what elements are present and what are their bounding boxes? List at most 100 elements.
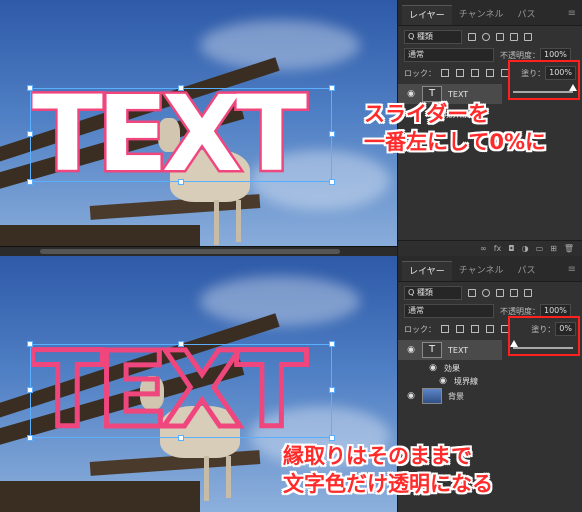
folder-icon[interactable]: ▭ <box>536 244 544 253</box>
shape-filter-icon[interactable] <box>510 33 518 41</box>
blend-mode-select[interactable]: 通常 <box>404 304 494 318</box>
layer-row-background[interactable]: ◉ 背景 <box>398 386 582 406</box>
annotation-top: スライダーを 一番左にして0%に <box>364 100 546 156</box>
lock-artboard-icon[interactable] <box>486 69 494 77</box>
wooden-platform <box>0 481 200 512</box>
transform-bounding-box[interactable] <box>30 344 332 438</box>
lock-transparent-icon[interactable] <box>441 69 449 77</box>
tab-channels[interactable]: チャンネル <box>452 5 511 25</box>
smart-object-filter-icon[interactable] <box>524 289 532 297</box>
transform-handle[interactable] <box>178 435 184 441</box>
annotation-bottom: 縁取りはそのままで 文字色だけ透明になる <box>283 442 493 498</box>
type-filter-icon[interactable] <box>496 289 504 297</box>
layer-row-text[interactable]: ◉ T TEXT <box>398 340 502 360</box>
transform-handle[interactable] <box>178 179 184 185</box>
transform-handle[interactable] <box>329 387 335 393</box>
filter-kind-select[interactable]: Q 種類 <box>404 30 462 44</box>
horizontal-scrollbar[interactable] <box>0 246 397 256</box>
transform-handle[interactable] <box>329 435 335 441</box>
visibility-eye-icon[interactable]: ◉ <box>406 391 416 401</box>
type-layer-thumbnail: T <box>422 342 442 358</box>
new-layer-icon[interactable]: ⊞ <box>550 244 557 253</box>
lock-label: ロック： <box>404 68 436 78</box>
effects-row[interactable]: ◉ 効果 <box>398 362 582 374</box>
transform-handle[interactable] <box>27 85 33 91</box>
layer-name[interactable]: TEXT <box>448 346 468 355</box>
scroll-thumb[interactable] <box>40 249 340 254</box>
layers-footer: ∞ fx ◘ ◑ ▭ ⊞ 🗑 <box>398 240 582 256</box>
fill-slider-track[interactable] <box>513 347 573 349</box>
lock-image-icon[interactable] <box>456 69 464 77</box>
transform-handle[interactable] <box>178 85 184 91</box>
fill-slider-track[interactable] <box>513 91 573 93</box>
link-icon[interactable]: ∞ <box>480 244 487 253</box>
goat-leg <box>214 200 219 245</box>
layer-name[interactable]: TEXT <box>448 90 468 99</box>
transform-handle[interactable] <box>27 131 33 137</box>
tab-layers[interactable]: レイヤー <box>402 261 452 281</box>
layer-name[interactable]: 背景 <box>448 391 464 402</box>
fill-slider-thumb[interactable] <box>510 340 518 347</box>
filter-kind-select[interactable]: Q 種類 <box>404 286 462 300</box>
goat-leg <box>236 200 241 242</box>
panel-menu-icon[interactable]: ≡ <box>568 8 576 19</box>
lock-transparent-icon[interactable] <box>441 325 449 333</box>
tab-paths[interactable]: パス <box>510 5 542 25</box>
transform-handle[interactable] <box>329 179 335 185</box>
annotation-line: 文字色だけ透明になる <box>283 472 493 496</box>
panel-menu-icon[interactable]: ≡ <box>568 264 576 275</box>
fx-icon[interactable]: fx <box>494 244 502 253</box>
image-filter-icon[interactable] <box>468 289 476 297</box>
background-thumbnail <box>422 388 442 404</box>
transform-handle[interactable] <box>329 85 335 91</box>
transform-handle[interactable] <box>27 341 33 347</box>
tab-layers[interactable]: レイヤー <box>402 5 452 25</box>
lock-position-icon[interactable] <box>471 69 479 77</box>
annotation-line: 縁取りはそのままで <box>283 444 472 468</box>
effect-eye-icon[interactable]: ◉ <box>438 376 448 386</box>
mask-icon[interactable]: ◘ <box>508 244 514 253</box>
adjustment-icon[interactable]: ◑ <box>522 244 529 253</box>
lock-image-icon[interactable] <box>456 325 464 333</box>
adjustment-filter-icon[interactable] <box>482 33 490 41</box>
filter-row: Q 種類 <box>404 30 576 44</box>
trash-icon[interactable]: 🗑 <box>564 244 574 253</box>
visibility-eye-icon[interactable]: ◉ <box>406 89 416 99</box>
fill-highlight-box <box>508 316 580 356</box>
opacity-label: 不透明度： <box>500 306 540 316</box>
transform-handle[interactable] <box>27 435 33 441</box>
lock-position-icon[interactable] <box>471 325 479 333</box>
cloud <box>200 20 360 70</box>
adjustment-filter-icon[interactable] <box>482 289 490 297</box>
transform-handle[interactable] <box>27 387 33 393</box>
tab-paths[interactable]: パス <box>510 261 542 281</box>
transform-bounding-box[interactable] <box>30 88 332 182</box>
transform-handle[interactable] <box>27 179 33 185</box>
effects-label: 効果 <box>444 363 460 373</box>
transform-handle[interactable] <box>329 341 335 347</box>
canvas-top[interactable]: TEXT <box>0 0 397 256</box>
fill-slider-thumb[interactable] <box>569 84 577 91</box>
transform-handle[interactable] <box>329 131 335 137</box>
fill-highlight-box <box>508 60 580 100</box>
bottom-screenshot: TEXT レイヤー チャンネル パス ≡ Q 種類 通常 不透明度： 100% … <box>0 256 582 512</box>
image-filter-icon[interactable] <box>468 33 476 41</box>
goat-leg <box>226 456 231 498</box>
visibility-eye-icon[interactable]: ◉ <box>406 345 416 355</box>
opacity-label: 不透明度： <box>500 50 540 60</box>
transform-handle[interactable] <box>178 341 184 347</box>
filter-row: Q 種類 <box>404 286 576 300</box>
panel-tabs: レイヤー チャンネル パス ≡ <box>398 256 582 282</box>
top-screenshot: TEXT レイヤー チャンネル パス ≡ Q 種類 通常 不透明度： 100% … <box>0 0 582 256</box>
shape-filter-icon[interactable] <box>510 289 518 297</box>
tab-channels[interactable]: チャンネル <box>452 261 511 281</box>
annotation-line: 一番左にして0%に <box>364 130 547 154</box>
blend-mode-select[interactable]: 通常 <box>404 48 494 62</box>
lock-artboard-icon[interactable] <box>486 325 494 333</box>
cloud <box>200 276 360 326</box>
goat-leg <box>204 456 209 501</box>
panel-tabs: レイヤー チャンネル パス ≡ <box>398 0 582 26</box>
type-filter-icon[interactable] <box>496 33 504 41</box>
effects-eye-icon[interactable]: ◉ <box>428 363 438 373</box>
smart-object-filter-icon[interactable] <box>524 33 532 41</box>
